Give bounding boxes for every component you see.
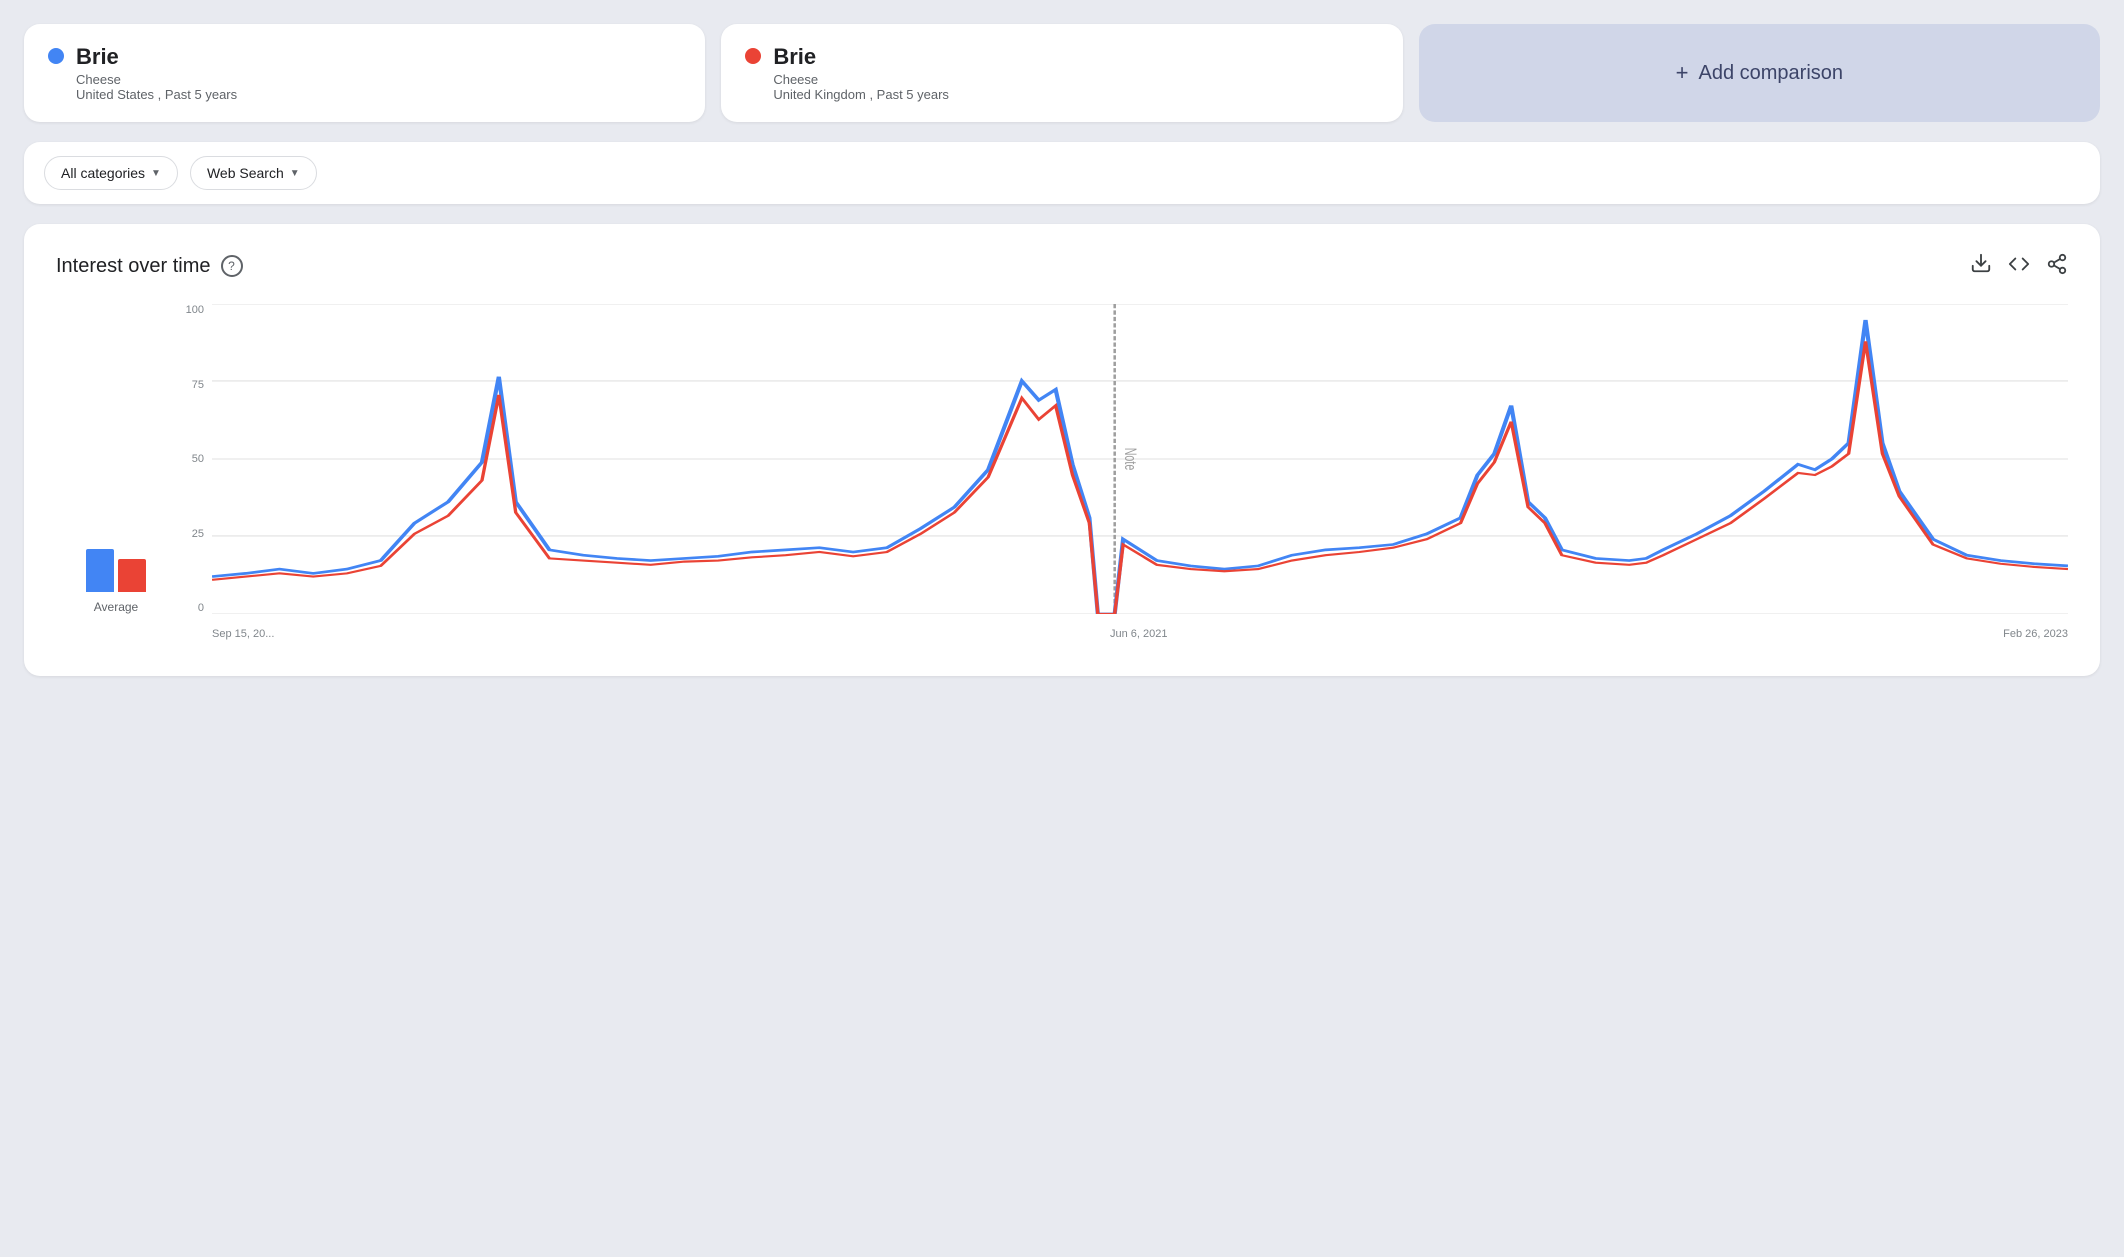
search-card-us[interactable]: Brie Cheese United States , Past 5 years [24,24,705,122]
chart-section: Interest over time ? [24,224,2100,676]
svg-text:Note: Note [1121,448,1140,471]
legend-bar-red [118,559,146,592]
card-title-uk: Brie [773,44,949,70]
card-subtitle-us: Cheese [76,72,237,87]
chart-legend-area: Average [56,304,176,644]
add-comparison-label: Add comparison [1698,62,1843,85]
y-label-50: 50 [176,453,212,465]
card-title-us: Brie [76,44,237,70]
x-axis-labels: Sep 15, 20... Jun 6, 2021 Feb 26, 2023 [212,624,2068,644]
y-label-75: 75 [176,379,212,391]
embed-icon[interactable] [2008,253,2030,280]
y-label-100: 100 [176,304,212,316]
dot-blue [48,48,64,64]
categories-filter-button[interactable]: All categories ▼ [44,156,178,190]
categories-chevron-icon: ▼ [151,168,161,179]
legend-label: Average [94,600,138,614]
share-icon[interactable] [2046,253,2068,280]
plus-icon: + [1676,60,1689,86]
download-icon[interactable] [1970,252,1992,280]
add-comparison-button[interactable]: + Add comparison [1419,24,2100,122]
chart-header: Interest over time ? [56,252,2068,280]
chart-svg: Note [212,304,2068,614]
card-subtitle-uk: Cheese [773,72,949,87]
search-type-filter-button[interactable]: Web Search ▼ [190,156,317,190]
filter-section: All categories ▼ Web Search ▼ [24,142,2100,204]
top-section: Brie Cheese United States , Past 5 years… [24,24,2100,122]
y-label-0: 0 [176,602,212,614]
chart-area: Average 0 25 50 75 100 [56,304,2068,644]
chart-title-group: Interest over time ? [56,255,243,278]
help-icon[interactable]: ? [221,255,243,277]
chart-plot: 0 25 50 75 100 Note [176,304,2068,644]
legend-bars [86,532,146,592]
x-label-mid: Jun 6, 2021 [1110,628,1168,640]
chart-actions [1970,252,2068,280]
search-type-chevron-icon: ▼ [290,168,300,179]
categories-filter-label: All categories [61,165,145,181]
search-card-uk[interactable]: Brie Cheese United Kingdom , Past 5 year… [721,24,1402,122]
y-label-25: 25 [176,528,212,540]
x-label-end: Feb 26, 2023 [2003,628,2068,640]
card-text-us: Brie Cheese United States , Past 5 years [76,44,237,102]
dot-red [745,48,761,64]
card-text-uk: Brie Cheese United Kingdom , Past 5 year… [773,44,949,102]
legend-bar-blue [86,549,114,592]
x-label-start: Sep 15, 20... [212,628,274,640]
card-location-uk: United Kingdom , Past 5 years [773,87,949,102]
y-axis-labels: 0 25 50 75 100 [176,304,212,614]
card-location-us: United States , Past 5 years [76,87,237,102]
chart-title: Interest over time [56,255,211,278]
search-type-filter-label: Web Search [207,165,284,181]
